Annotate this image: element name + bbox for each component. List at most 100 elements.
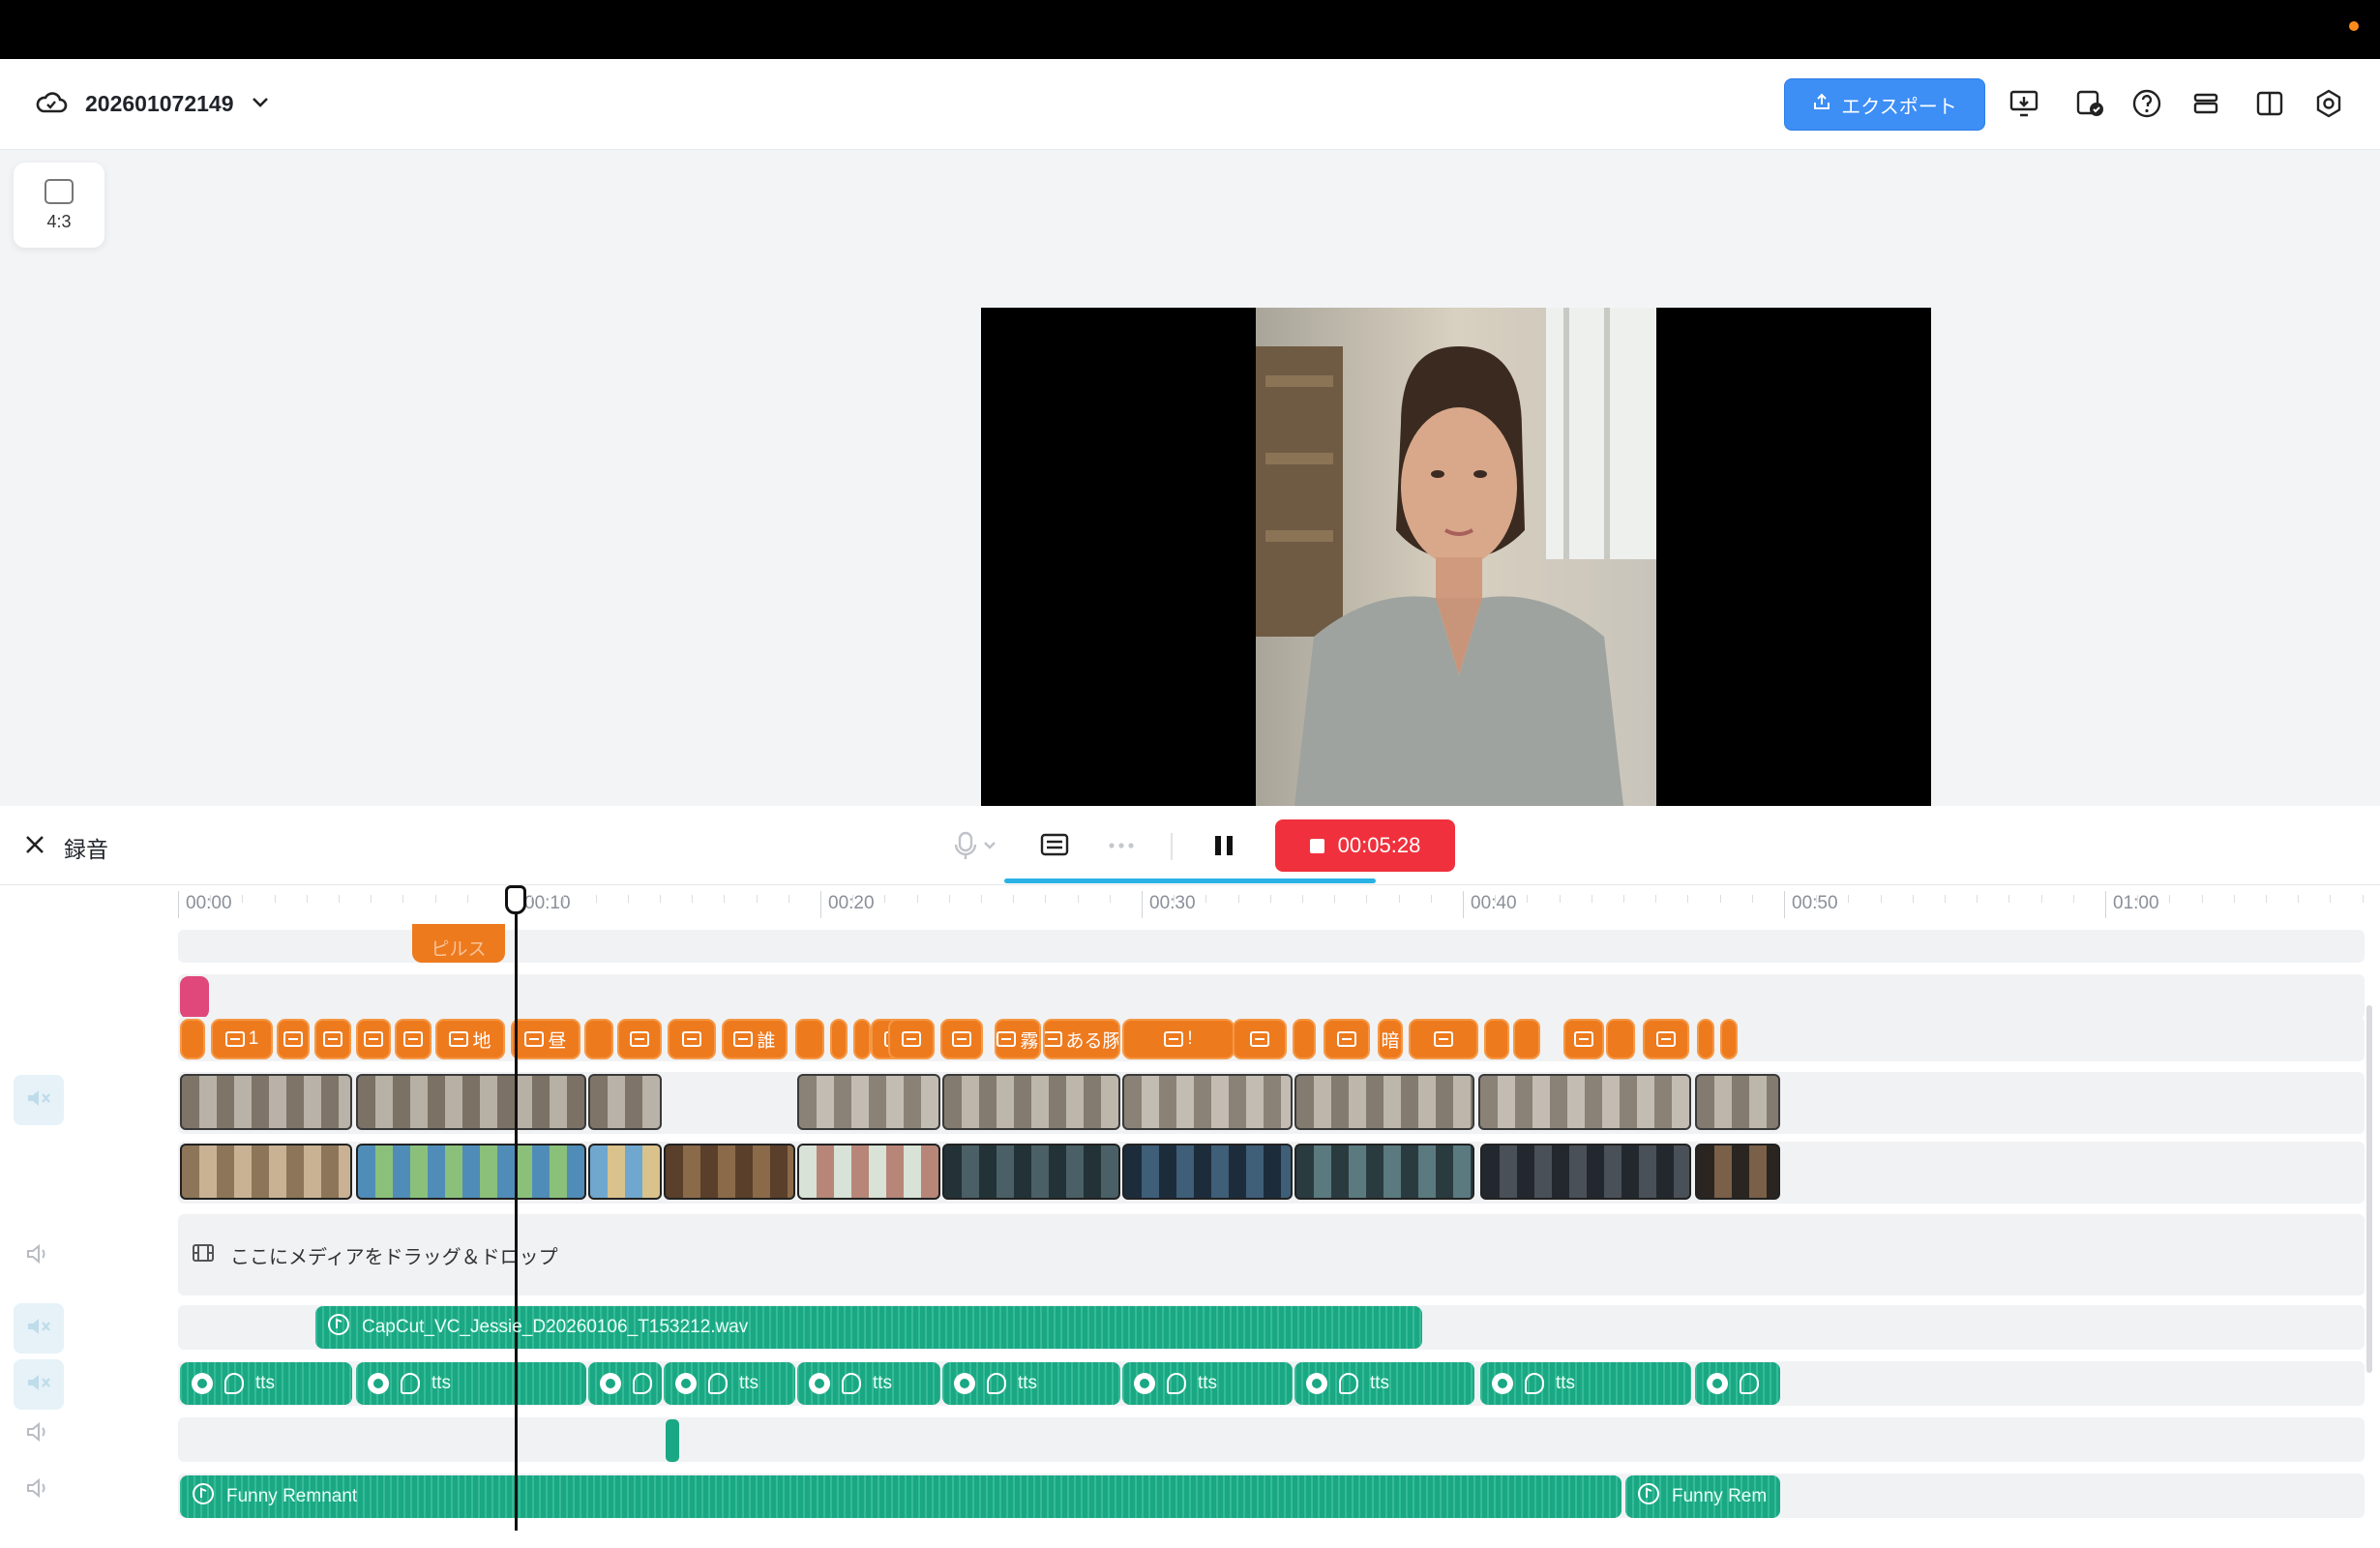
help-button[interactable] [2127,86,2166,125]
chevron-down-icon[interactable] [252,96,269,113]
subtitle-chip[interactable]: 昼 [511,1019,580,1059]
video-clip[interactable] [797,1144,940,1200]
sticker-clip[interactable] [180,976,209,1019]
music-audio-clip[interactable]: Funny Remnant [180,1475,1621,1518]
tts-audio-clip[interactable]: tts [1480,1362,1691,1405]
video-clip[interactable] [1294,1074,1474,1130]
layers-button[interactable] [2187,86,2225,125]
mute-voice-track-button[interactable] [14,1303,64,1354]
subtitle-chip[interactable] [1484,1019,1509,1059]
drop-track-volume[interactable] [23,1241,52,1270]
caption-icon [283,1031,303,1047]
subtitle-chip[interactable] [1720,1019,1738,1059]
text-clip[interactable]: ピルス [412,924,505,963]
ruler-minor-tick [1848,895,1850,903]
subtitle-chip[interactable]: 霧 [995,1019,1041,1059]
captions-toggle[interactable] [1039,831,1070,863]
tts-clip-label: tts [1018,1373,1038,1393]
subtitle-chip[interactable]: 地 [435,1019,505,1059]
video-preview[interactable] [981,308,1931,806]
subtitle-chip[interactable]: 誰 [722,1019,788,1059]
subtitle-chip[interactable] [1324,1019,1370,1059]
subtitle-chip[interactable] [584,1019,613,1059]
video-clip[interactable] [1122,1144,1293,1200]
media-drop-zone[interactable]: ここにメディアをドラッグ＆ドロップ [178,1214,2365,1295]
subtitle-chip[interactable] [1606,1019,1635,1059]
tts-audio-clip[interactable]: tts [356,1362,586,1405]
pause-button[interactable] [1209,831,1238,865]
subtitle-chip[interactable] [277,1019,310,1059]
aspect-ratio-button[interactable]: 4:3 [14,163,104,248]
tts-audio-clip[interactable]: tts [180,1362,352,1405]
video-clip[interactable] [1695,1074,1780,1130]
subtitle-chip[interactable]: 暗 [1378,1019,1403,1059]
layout-button[interactable] [2250,86,2289,125]
voice-badge-icon [675,1373,697,1394]
subtitle-chip[interactable] [1513,1019,1540,1059]
microphone-select[interactable] [952,831,1000,865]
subtitle-chip[interactable] [1293,1019,1316,1059]
video-clip[interactable] [588,1144,662,1200]
stop-recording-button[interactable]: 00:05:28 [1275,819,1455,872]
subtitle-chip[interactable] [617,1019,662,1059]
subtitle-chip[interactable] [356,1019,391,1059]
subtitle-chip[interactable]: 1 [211,1019,273,1059]
tts-audio-clip[interactable]: tts [1122,1362,1293,1405]
subtitle-chip[interactable] [853,1019,871,1059]
present-button[interactable] [2005,86,2043,125]
subtitle-chip[interactable]: ! [1122,1019,1235,1059]
subtitle-chip[interactable] [888,1019,935,1059]
subtitle-chip[interactable] [940,1019,983,1059]
music-audio-clip-2[interactable]: Funny Rem [1625,1475,1780,1518]
video-clip[interactable] [942,1074,1120,1130]
subtitle-chip[interactable] [795,1019,824,1059]
timeline-scrollbar[interactable] [2366,1005,2372,1373]
mute-video-track-button[interactable] [14,1075,64,1125]
ruler-minor-tick [692,895,694,903]
voice-audio-clip[interactable]: CapCut_VC_Jessie_D20260106_T153212.wav [315,1306,1422,1349]
subtitle-chip[interactable]: ある豚 [1043,1019,1120,1059]
tts-audio-clip[interactable]: tts [942,1362,1120,1405]
settings-button[interactable] [2309,86,2348,125]
playhead-handle[interactable] [505,885,526,914]
music-track-volume[interactable] [23,1475,52,1504]
video-clip[interactable] [180,1074,352,1130]
subtitle-chip[interactable] [668,1019,716,1059]
tts-audio-clip[interactable]: tts [664,1362,795,1405]
subtitle-chip[interactable] [1233,1019,1287,1059]
mute-tts-track-button[interactable] [14,1359,64,1410]
video-clip[interactable] [664,1144,795,1200]
subtitle-chip[interactable] [180,1019,205,1059]
subtitle-chip[interactable] [314,1019,351,1059]
video-clip[interactable] [1294,1144,1474,1200]
subtitle-chip[interactable] [1563,1019,1604,1059]
close-recording-button[interactable] [23,833,46,861]
tts-audio-clip[interactable] [1695,1362,1780,1405]
tts-audio-clip[interactable] [588,1362,662,1405]
copyright-check-button[interactable] [2070,86,2109,125]
tts-audio-clip[interactable]: tts [797,1362,940,1405]
video-clip[interactable] [356,1074,586,1130]
timeline[interactable]: 00:00 00:10 00:20 00:30 00:40 00:50 01:0… [0,885,2380,1548]
subtitle-chip[interactable] [395,1019,431,1059]
export-button[interactable]: エクスポート [1784,78,1985,131]
video-clip[interactable] [1122,1074,1293,1130]
video-clip[interactable] [1480,1144,1691,1200]
video-clip[interactable] [1478,1074,1691,1130]
video-clip[interactable] [588,1074,662,1130]
sfx-track-volume[interactable] [23,1419,52,1448]
video-clip[interactable] [1695,1144,1780,1200]
subtitle-chip[interactable] [830,1019,848,1059]
video-clip[interactable] [356,1144,586,1200]
sfx-clip[interactable] [666,1419,679,1462]
more-options-button[interactable] [1107,833,1136,863]
subtitle-chip[interactable] [1643,1019,1689,1059]
tick-label: 00:40 [1471,893,1517,913]
video-clip[interactable] [797,1074,940,1130]
video-clip[interactable] [180,1144,352,1200]
tts-audio-clip[interactable]: tts [1294,1362,1474,1405]
subtitle-chip[interactable] [1409,1019,1478,1059]
video-clip[interactable] [942,1144,1120,1200]
project-selector[interactable]: 202601072149 [35,88,269,120]
subtitle-chip[interactable] [1697,1019,1714,1059]
